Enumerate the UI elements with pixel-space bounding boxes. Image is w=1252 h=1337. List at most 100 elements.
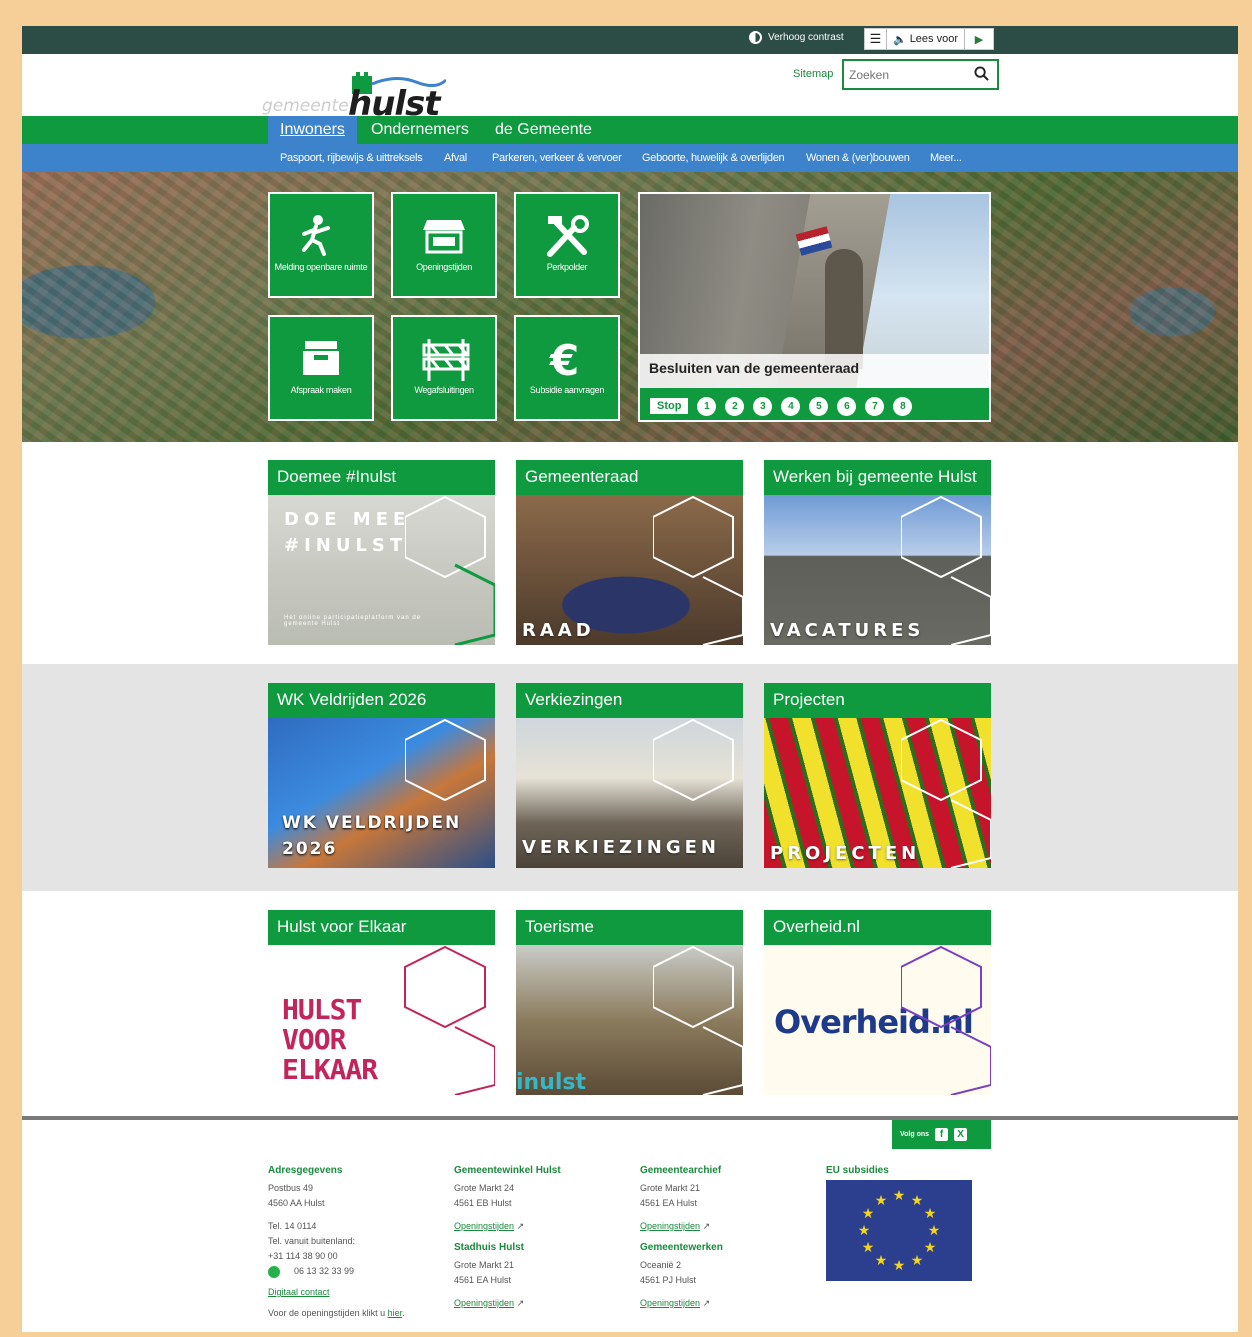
svg-text:€: €	[549, 337, 579, 379]
slider-page-5[interactable]: 5	[809, 396, 829, 416]
phone-line: Tel. 14 0114	[268, 1221, 317, 1231]
hexagon-decoration-icon	[653, 718, 734, 802]
slider-page-7[interactable]: 7	[865, 396, 885, 416]
whatsapp-number[interactable]: 06 13 32 33 99	[294, 1264, 354, 1279]
quick-tile-afspraak[interactable]: Afspraak maken	[268, 315, 374, 421]
subnav-meer[interactable]: Meer...	[930, 152, 962, 164]
tab-inwoners[interactable]: Inwoners	[268, 116, 357, 144]
openingstijden-link[interactable]: Openingstijden	[454, 1221, 514, 1231]
tile-hulst-voor-elkaar[interactable]: Hulst voor Elkaar HULST VOOR ELKAAR	[268, 910, 495, 1095]
quick-tile-subsidie[interactable]: € Subsidie aanvragen	[514, 315, 620, 421]
address-line: 4561 EA Hulst	[454, 1275, 512, 1285]
openingstijden-link[interactable]: Openingstijden	[454, 1298, 514, 1308]
footer-divider	[22, 1116, 1238, 1120]
slider-page-2[interactable]: 2	[725, 396, 745, 416]
read-aloud-button[interactable]: 🔈 Lees voor	[887, 29, 965, 49]
footer-eu: EU subsidies	[826, 1163, 889, 1181]
footer-heading: EU subsidies	[826, 1165, 889, 1176]
tile-image: VERKIEZINGEN	[516, 718, 743, 868]
tile-image: RAAD	[516, 495, 743, 645]
tile-overheid[interactable]: Overheid.nl Overheid.nl	[764, 910, 991, 1095]
note-end: .	[402, 1308, 405, 1318]
subnav-geboorte[interactable]: Geboorte, huwelijk & overlijden	[642, 152, 785, 164]
slider-page-4[interactable]: 4	[781, 396, 801, 416]
footer-adres: Adresgegevens Postbus 49 4560 AA Hulst T…	[268, 1163, 405, 1321]
subnav-wonen[interactable]: Wonen & (ver)bouwen	[806, 152, 910, 164]
follow-us: Volg ons f X	[892, 1120, 991, 1149]
quick-tile-melding[interactable]: Melding openbare ruimte	[268, 192, 374, 298]
sitemap-link[interactable]: Sitemap	[793, 68, 833, 80]
slider-page-1[interactable]: 1	[697, 396, 717, 416]
sub-nav: Paspoort, rijbewijs & uittreksels Afval …	[22, 144, 1238, 172]
slider-stop-button[interactable]: Stop	[650, 398, 689, 414]
address-line: 4561 EA Hulst	[640, 1198, 698, 1208]
tile-image: VACATURES	[764, 495, 991, 645]
tile-row-2: WK Veldrijden 2026 WK VELDRIJDEN 2026 Ve…	[22, 664, 1238, 891]
page: Verhoog contrast ☰ 🔈 Lees voor ▶ gemeente…	[22, 26, 1238, 1332]
tile-title: Overheid.nl	[764, 910, 991, 945]
contrast-toggle[interactable]: Verhoog contrast	[749, 31, 844, 44]
tile-verkiezingen[interactable]: Verkiezingen VERKIEZINGEN	[516, 683, 743, 868]
tile-toerisme[interactable]: Toerisme inulst	[516, 910, 743, 1095]
slider-page-6[interactable]: 6	[837, 396, 857, 416]
subnav-parkeren[interactable]: Parkeren, verkeer & vervoer	[492, 152, 622, 164]
play-icon[interactable]: ▶	[965, 29, 993, 49]
main-nav: Inwoners Ondernemers de Gemeente	[22, 116, 1238, 144]
tile-title: Hulst voor Elkaar	[268, 910, 495, 945]
svg-text:★: ★	[862, 1206, 875, 1222]
digital-contact-link[interactable]: Digitaal contact	[268, 1287, 330, 1297]
slider-caption[interactable]: Besluiten van de gemeenteraad	[640, 354, 989, 388]
news-slider[interactable]: Besluiten van de gemeenteraad Stop 1 2 3…	[638, 192, 991, 422]
footer-winkel: Gemeentewinkel Hulst Grote Markt 24 4561…	[454, 1163, 561, 1311]
tile-werken[interactable]: Werken bij gemeente Hulst VACATURES	[764, 460, 991, 645]
hexagon-decoration-icon	[404, 945, 495, 1095]
tile-title: Werken bij gemeente Hulst	[764, 460, 991, 495]
logo[interactable]: gemeente hulst	[262, 66, 452, 124]
address-line: 4561 PJ Hulst	[640, 1275, 697, 1285]
tile-projecten[interactable]: Projecten PROJECTEN	[764, 683, 991, 868]
search-input[interactable]	[849, 67, 969, 82]
read-aloud-label: Lees voor	[909, 33, 958, 45]
tile-doemee[interactable]: Doemee #Inulst DOE MEE #INULST Het onlin…	[268, 460, 495, 645]
slider-page-3[interactable]: 3	[753, 396, 773, 416]
tile-gemeenteraad[interactable]: Gemeenteraad RAAD	[516, 460, 743, 645]
readspeaker: ☰ 🔈 Lees voor ▶	[864, 28, 994, 50]
tile-title: Toerisme	[516, 910, 743, 945]
quick-tile-openingstijden[interactable]: Openingstijden	[391, 192, 497, 298]
tile-title: Gemeenteraad	[516, 460, 743, 495]
readspeaker-menu-icon[interactable]: ☰	[865, 29, 887, 49]
whatsapp-icon	[268, 1265, 280, 1278]
tile-wk-veldrijden[interactable]: WK Veldrijden 2026 WK VELDRIJDEN 2026	[268, 683, 495, 868]
svg-text:★: ★	[858, 1223, 871, 1239]
svg-text:★: ★	[893, 1188, 906, 1204]
quick-tile-label: Perkpolder	[546, 262, 588, 272]
search-icon[interactable]	[974, 66, 989, 81]
facebook-icon[interactable]: f	[935, 1128, 949, 1141]
tile-overlay: PROJECTEN	[770, 843, 921, 864]
tab-de-gemeente[interactable]: de Gemeente	[483, 116, 604, 144]
address-line: 4560 AA Hulst	[268, 1198, 325, 1208]
tile-image: inulst	[516, 945, 743, 1095]
euro-icon: €	[549, 337, 579, 379]
phone-abroad: +31 114 38 90 00	[268, 1251, 338, 1261]
tile-image: WK VELDRIJDEN 2026	[268, 718, 495, 868]
quick-tile-label: Wegafsluitingen	[414, 385, 474, 395]
eu-flag[interactable]: ★ ★ ★ ★ ★ ★ ★ ★ ★ ★ ★ ★	[826, 1180, 972, 1281]
hexagon-decoration-icon	[653, 945, 743, 1095]
hexagon-decoration-icon	[901, 495, 991, 645]
tab-ondernemers[interactable]: Ondernemers	[359, 116, 481, 144]
subnav-afval[interactable]: Afval	[444, 152, 467, 164]
subnav-paspoort[interactable]: Paspoort, rijbewijs & uittreksels	[280, 152, 423, 164]
slider-page-8[interactable]: 8	[893, 396, 913, 416]
footer-heading: Stadhuis Hulst	[454, 1242, 525, 1253]
openingstijden-link[interactable]: Openingstijden	[640, 1221, 700, 1231]
x-icon[interactable]: X	[954, 1128, 968, 1141]
openingstijden-link[interactable]: Openingstijden	[640, 1298, 700, 1308]
footer-heading: Gemeentewinkel Hulst	[454, 1165, 561, 1176]
hier-link[interactable]: hier	[388, 1308, 403, 1318]
address-line: Grote Markt 24	[454, 1183, 515, 1193]
tile-title: Doemee #Inulst	[268, 460, 495, 495]
quick-tile-wegafsluitingen[interactable]: Wegafsluitingen	[391, 315, 497, 421]
quick-tile-perkpolder[interactable]: Perkpolder	[514, 192, 620, 298]
tile-row-3: Hulst voor Elkaar HULST VOOR ELKAAR Toer…	[22, 891, 1238, 1118]
